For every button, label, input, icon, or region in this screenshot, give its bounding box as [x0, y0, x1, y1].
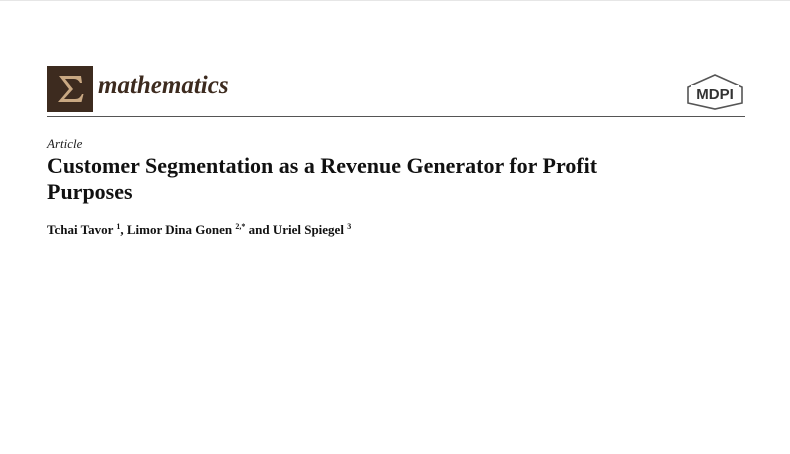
publisher-logo: MDPI [685, 74, 745, 110]
page-top-border [0, 0, 790, 1]
author-name[interactable]: Limor Dina Gonen [127, 222, 232, 237]
author-list: Tchai Tavor 1, Limor Dina Gonen 2,* and … [47, 222, 351, 238]
journal-logo [47, 66, 93, 112]
author-affiliation: 2,* [235, 222, 246, 231]
journal-name: mathematics [98, 72, 229, 99]
author-separator: and [245, 222, 273, 237]
mdpi-logo-icon: MDPI [687, 74, 743, 110]
article-title: Customer Segmentation as a Revenue Gener… [47, 153, 598, 204]
author-name[interactable]: Tchai Tavor [47, 222, 113, 237]
author-affiliation: 3 [347, 222, 352, 231]
article-type: Article [47, 136, 83, 151]
header-rule [47, 116, 745, 117]
sigma-icon [58, 76, 84, 102]
author-name[interactable]: Uriel Spiegel [273, 222, 344, 237]
publisher-logo-text: MDPI [696, 86, 734, 103]
journal-header: mathematics MDPI [47, 66, 745, 116]
